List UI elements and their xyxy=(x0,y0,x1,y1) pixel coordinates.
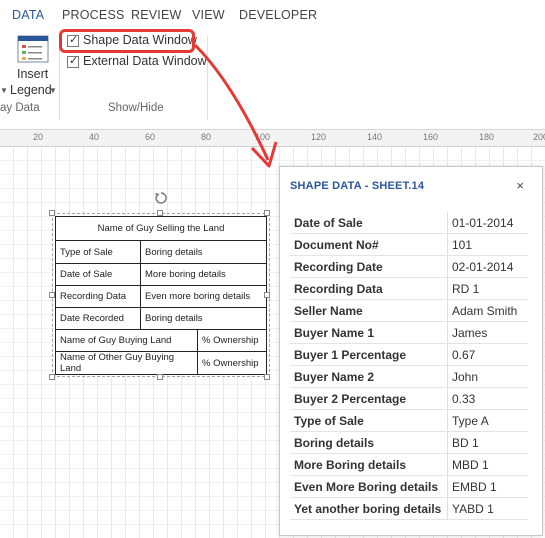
resize-handle[interactable] xyxy=(49,210,55,216)
rotate-handle-icon[interactable] xyxy=(154,191,168,205)
resize-handle[interactable] xyxy=(264,292,270,298)
legend-icon xyxy=(17,35,49,63)
table-cell-label: Type of Sale xyxy=(55,240,141,264)
shape-data-row: Buyer 1 Percentage 0.67 xyxy=(290,344,528,366)
shape-data-row: Yet another boring details YABD 1 xyxy=(290,498,528,520)
table-cell-label: Name of Guy Buying Land xyxy=(55,329,198,352)
land-sale-shape[interactable]: Name of Guy Selling the Land Type of Sal… xyxy=(55,216,267,375)
shape-data-row: More Boring details MBD 1 xyxy=(290,454,528,476)
tab-data[interactable]: DATA xyxy=(12,8,44,22)
table-cell-value: % Ownership xyxy=(197,329,267,352)
shape-data-value[interactable]: 01-01-2014 xyxy=(452,216,513,230)
shape-data-key: Boring details xyxy=(294,436,375,450)
shape-data-key: Yet another boring details xyxy=(294,502,442,516)
resize-handle[interactable] xyxy=(49,374,55,380)
shape-data-value[interactable]: James xyxy=(452,326,487,340)
shape-data-row: Seller Name Adam Smith xyxy=(290,300,528,322)
shape-data-row: Recording Data RD 1 xyxy=(290,278,528,300)
group-label-show-hide: Show/Hide xyxy=(108,102,164,114)
annotation-highlight-box xyxy=(59,29,195,53)
shape-data-value[interactable]: MBD 1 xyxy=(452,458,489,472)
shape-data-row: Type of Sale Type A xyxy=(290,410,528,432)
resize-handle[interactable] xyxy=(157,374,163,380)
tab-process[interactable]: PROCESS xyxy=(62,8,125,22)
shape-data-key: Date of Sale xyxy=(294,216,363,230)
shape-data-value[interactable]: RD 1 xyxy=(452,282,479,296)
shape-data-key: Buyer 2 Percentage xyxy=(294,392,407,406)
shape-data-key: Document No# xyxy=(294,238,379,252)
resize-handle[interactable] xyxy=(264,210,270,216)
table-header-cell: Name of Guy Selling the Land xyxy=(55,216,267,241)
tab-review[interactable]: REVIEW xyxy=(131,8,182,22)
shape-data-key: Buyer Name 2 xyxy=(294,370,375,384)
ribbon-tab-bar: DATA PROCESS REVIEW VIEW DEVELOPER xyxy=(0,0,545,30)
shape-data-row: Buyer Name 1 James xyxy=(290,322,528,344)
resize-handle[interactable] xyxy=(264,374,270,380)
tab-developer[interactable]: DEVELOPER xyxy=(239,8,317,22)
chevron-down-icon: ▼ xyxy=(49,86,57,95)
ruler-tick: 40 xyxy=(89,132,100,142)
horizontal-ruler: 20 40 60 80 100 120 140 160 180 200 xyxy=(0,130,545,147)
table-cell-value: Boring details xyxy=(140,307,267,330)
ruler-tick: 140 xyxy=(367,132,383,142)
shape-data-row: Boring details BD 1 xyxy=(290,432,528,454)
shape-data-row: Document No# 101 xyxy=(290,234,528,256)
group-label-display-data: ay Data xyxy=(0,102,40,114)
shape-data-row: Buyer 2 Percentage 0.33 xyxy=(290,388,528,410)
shape-data-key: Recording Data xyxy=(294,282,383,296)
shape-data-key: Even More Boring details xyxy=(294,480,439,494)
table-cell-label: Recording Data xyxy=(55,285,141,308)
shape-data-value[interactable]: BD 1 xyxy=(452,436,479,450)
chevron-down-icon: ▼ xyxy=(0,86,8,95)
ruler-tick: 180 xyxy=(479,132,495,142)
shape-data-window-title: SHAPE DATA - SHEET.14 xyxy=(290,180,425,192)
shape-data-key: Buyer 1 Percentage xyxy=(294,348,407,362)
shape-data-key: Recording Date xyxy=(294,260,383,274)
shape-data-key: Buyer Name 1 xyxy=(294,326,375,340)
shape-data-value[interactable]: John xyxy=(452,370,478,384)
ruler-tick: 60 xyxy=(145,132,156,142)
checkbox[interactable]: ✓ xyxy=(67,55,79,68)
table-cell-label: Name of Other Guy Buying Land xyxy=(55,351,198,375)
table-cell-label: Date Recorded xyxy=(55,307,141,330)
shape-data-row: Recording Date 02-01-2014 xyxy=(290,256,528,278)
shape-data-row: Even More Boring details EMBD 1 xyxy=(290,476,528,498)
shape-data-key: More Boring details xyxy=(294,458,407,472)
shape-data-value[interactable]: 0.67 xyxy=(452,348,475,362)
ruler-tick: 160 xyxy=(423,132,439,142)
shape-data-value[interactable]: Type A xyxy=(452,414,489,428)
ruler-tick: 100 xyxy=(255,132,271,142)
table-cell-value: Boring details xyxy=(140,240,267,264)
close-icon[interactable]: × xyxy=(516,178,524,193)
shape-data-value[interactable]: Adam Smith xyxy=(452,304,517,318)
shape-data-key: Seller Name xyxy=(294,304,363,318)
table-cell-value: % Ownership xyxy=(197,351,267,375)
table-cell-value: Even more boring details xyxy=(140,285,267,308)
table-cell-label: Date of Sale xyxy=(55,263,141,286)
shape-data-value[interactable]: EMBD 1 xyxy=(452,480,497,494)
group-divider xyxy=(207,36,208,120)
resize-handle[interactable] xyxy=(49,292,55,298)
ruler-tick: 200 xyxy=(533,132,545,142)
shape-data-value[interactable]: 02-01-2014 xyxy=(452,260,513,274)
shape-data-row: Date of Sale 01-01-2014 xyxy=(290,212,528,234)
ruler-tick: 80 xyxy=(201,132,212,142)
shape-data-value[interactable]: 0.33 xyxy=(452,392,475,406)
shape-data-key: Type of Sale xyxy=(294,414,364,428)
checkbox-label: External Data Window xyxy=(83,54,207,68)
shape-data-value[interactable]: YABD 1 xyxy=(452,502,494,516)
table-cell-value: More boring details xyxy=(140,263,267,286)
insert-legend-label-line2: Legend xyxy=(10,83,52,97)
shape-data-row: Buyer Name 2 John xyxy=(290,366,528,388)
insert-legend-label-line1: Insert xyxy=(17,67,49,81)
resize-handle[interactable] xyxy=(157,210,163,216)
tab-view[interactable]: VIEW xyxy=(192,8,225,22)
shape-data-window: SHAPE DATA - SHEET.14 × Date of Sale 01-0… xyxy=(279,166,543,536)
shape-data-value[interactable]: 101 xyxy=(452,238,472,252)
ruler-tick: 120 xyxy=(311,132,327,142)
ruler-tick: 20 xyxy=(33,132,44,142)
